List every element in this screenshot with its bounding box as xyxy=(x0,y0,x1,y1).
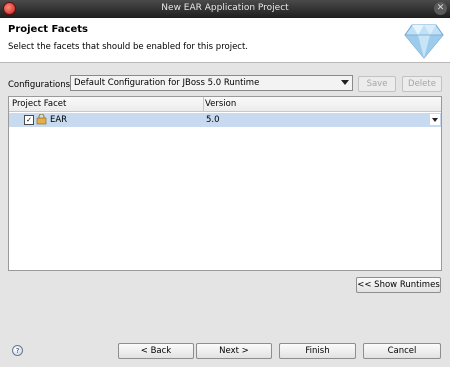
column-divider[interactable] xyxy=(203,97,204,111)
close-icon[interactable]: ✕ xyxy=(434,2,447,15)
cancel-button[interactable]: Cancel xyxy=(363,343,441,359)
facet-checkbox[interactable]: ✓ xyxy=(24,115,34,125)
delete-button[interactable]: Delete xyxy=(402,76,442,92)
version-dropdown-icon[interactable] xyxy=(430,114,440,125)
column-header-facet[interactable]: Project Facet xyxy=(12,99,66,109)
page-description: Select the facets that should be enabled… xyxy=(8,42,249,52)
column-header-version[interactable]: Version xyxy=(205,99,236,109)
back-button[interactable]: < Back xyxy=(118,343,194,359)
chevron-down-icon xyxy=(341,80,349,85)
finish-button[interactable]: Finish xyxy=(279,343,356,359)
facets-table: Project Facet Version ✓ EAR 5.0 xyxy=(8,96,442,271)
show-runtimes-button[interactable]: << Show Runtimes xyxy=(356,277,441,293)
table-row[interactable]: ✓ EAR 5.0 xyxy=(9,113,441,127)
window-title: New EAR Application Project xyxy=(161,3,289,13)
facet-icon xyxy=(36,114,47,125)
configuration-value: Default Configuration for JBoss 5.0 Runt… xyxy=(74,78,260,88)
configuration-dropdown[interactable]: Default Configuration for JBoss 5.0 Runt… xyxy=(70,75,353,91)
help-icon[interactable]: ? xyxy=(12,345,23,356)
next-button[interactable]: Next > xyxy=(196,343,272,359)
diamond-icon xyxy=(404,24,444,59)
wizard-header: Project Facets Select the facets that sh… xyxy=(0,18,450,63)
title-bar: New EAR Application Project ✕ xyxy=(0,0,450,18)
configurations-label: Configurations: xyxy=(8,80,73,90)
facet-name: EAR xyxy=(50,115,68,125)
page-title: Project Facets xyxy=(8,24,88,35)
table-header: Project Facet Version xyxy=(9,97,441,112)
save-button[interactable]: Save xyxy=(358,76,396,92)
facet-version: 5.0 xyxy=(206,115,220,125)
